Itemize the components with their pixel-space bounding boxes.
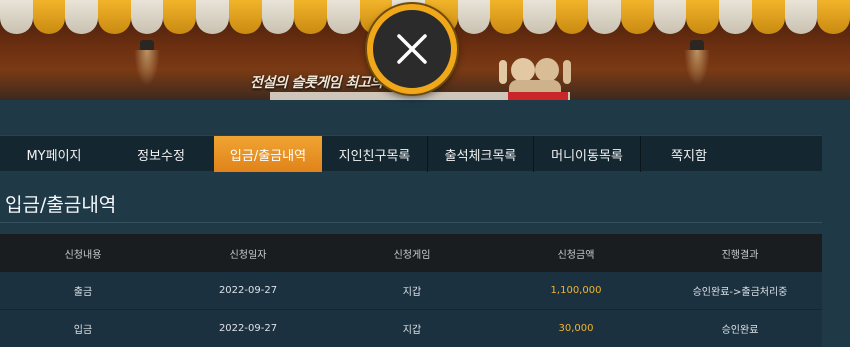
title-divider [0, 222, 822, 223]
header-request-amount: 신청금액 [557, 249, 595, 261]
tab-referral-list[interactable]: 지인친구목록 [322, 136, 428, 172]
close-icon [397, 34, 427, 64]
cell-result: 승인완료->출금처리중 [692, 287, 788, 298]
header-request-type: 신청내용 [64, 249, 102, 261]
cell-date: 2022-09-27 [218, 323, 278, 334]
cell-amount: 30,000 [558, 323, 594, 334]
cell-game: 지갑 [402, 287, 422, 298]
table-row: 입금 2022-09-27 지갑 30,000 승인완료 [0, 310, 822, 347]
spotlight-icon [684, 40, 710, 86]
header-request-date: 신청일자 [229, 249, 267, 261]
history-table: 신청내용 신청일자 신청게임 신청금액 진행결과 출금 2022-09-27 지… [0, 234, 822, 347]
tab-money-transfer-list[interactable]: 머니이동목록 [534, 136, 641, 172]
page-title: 입금/출금내역 [5, 194, 117, 216]
cell-date: 2022-09-27 [218, 285, 278, 296]
tab-profile-edit[interactable]: 정보수정 [108, 136, 214, 172]
tab-mypage[interactable]: MY페이지 [0, 136, 108, 172]
cell-type: 입금 [73, 325, 93, 336]
close-button[interactable] [367, 4, 457, 94]
spotlight-icon [134, 40, 160, 86]
cell-game: 지갑 [402, 325, 422, 336]
mypage-tabs: MY페이지 정보수정 입금/출금내역 지인친구목록 출석체크목록 머니이동목록 … [0, 135, 822, 172]
tab-messages[interactable]: 쪽지함 [641, 136, 737, 172]
tab-attendance-list[interactable]: 출석체크목록 [428, 136, 534, 172]
cell-amount: 1,100,000 [550, 285, 602, 296]
banner-badge [508, 92, 568, 100]
cell-result: 승인완료 [721, 325, 759, 336]
table-row: 출금 2022-09-27 지갑 1,100,000 승인완료->출금처리중 [0, 272, 822, 310]
cell-type: 출금 [73, 287, 93, 298]
tab-deposit-withdraw-history[interactable]: 입금/출금내역 [214, 136, 322, 172]
table-header: 신청내용 신청일자 신청게임 신청금액 진행결과 [0, 234, 822, 272]
header-result: 진행결과 [721, 249, 759, 261]
header-request-game: 신청게임 [393, 249, 431, 261]
